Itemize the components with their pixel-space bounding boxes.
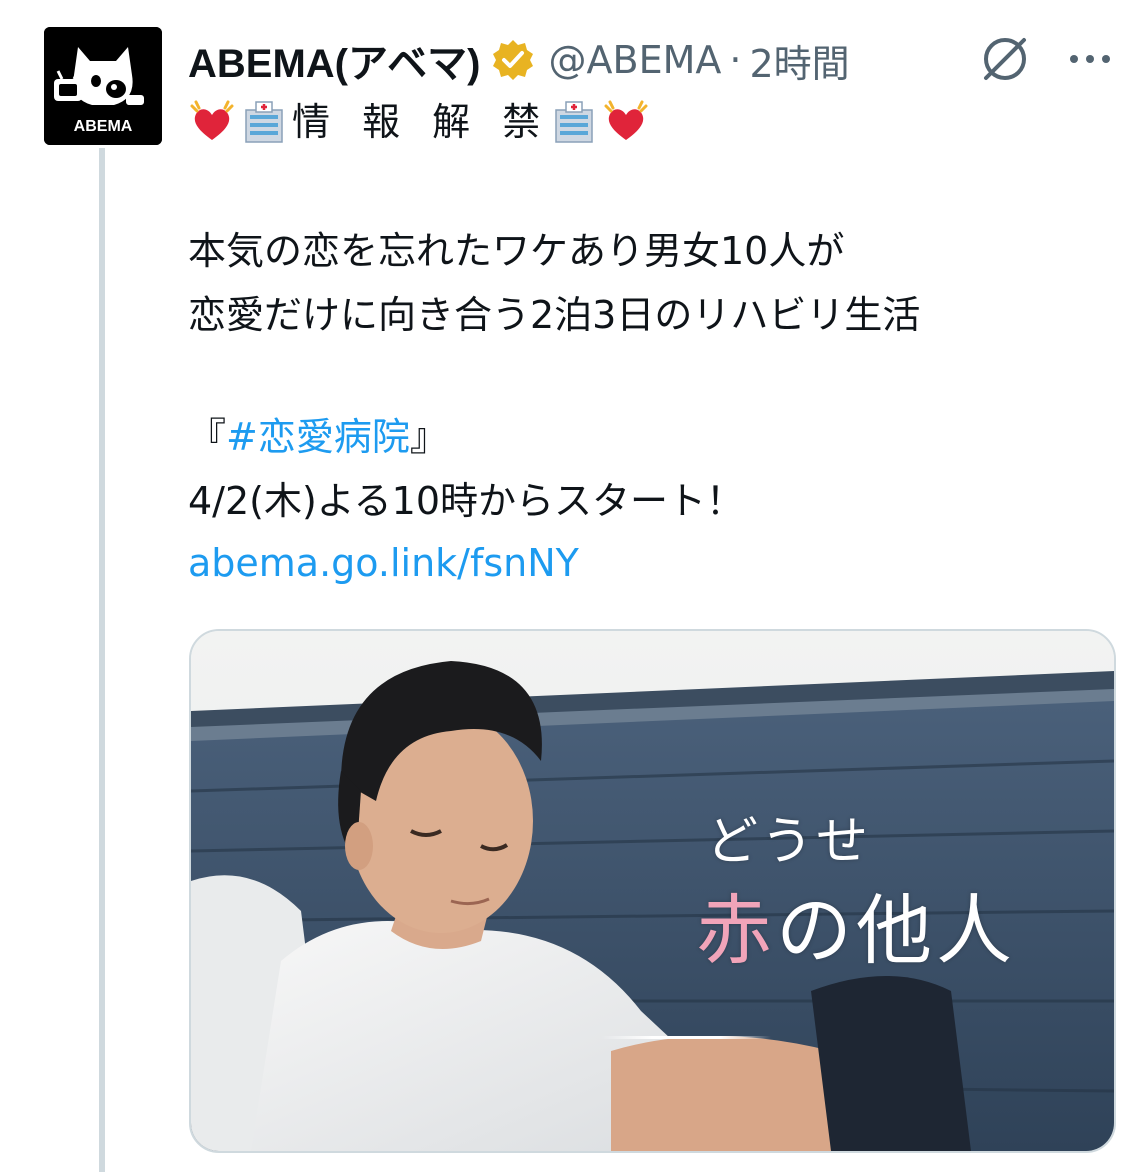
- announce-label: 情 報 解 禁: [292, 100, 551, 144]
- announce-line: 情 報 解 禁: [188, 98, 654, 146]
- bracket-open: 『: [188, 415, 227, 459]
- grok-icon[interactable]: [978, 32, 1032, 86]
- media-image[interactable]: どうせ 赤の他人: [189, 629, 1116, 1153]
- hospital-icon: [245, 101, 283, 143]
- schedule-text: 4/2(木)よる10時からスタート！: [188, 479, 745, 523]
- thread-line: [99, 148, 105, 1172]
- avatar[interactable]: ABEMA: [44, 27, 162, 145]
- handle[interactable]: @ABEMA: [549, 38, 722, 82]
- url-link[interactable]: abema.go.link/fsnNY: [188, 540, 579, 586]
- tweet-text-line: 本気の恋を忘れたワケあり男女10人が: [188, 229, 845, 273]
- abema-logo-icon: ABEMA: [44, 27, 162, 145]
- bracket-close: 』: [409, 415, 448, 459]
- hashtag-line: 『#恋愛病院』: [188, 414, 448, 460]
- beating-heart-icon: [190, 100, 234, 140]
- verified-badge-icon[interactable]: [491, 38, 535, 82]
- overlay-caption-small: どうせ: [706, 812, 872, 872]
- overlay-caption-large: 赤の他人: [696, 869, 1016, 979]
- beating-heart-icon: [604, 100, 648, 140]
- tweet: ABEMA ABEMA(アベマ) @ABEMA · 2時間 情 報 解 禁 本気…: [0, 0, 1139, 1172]
- hospital-icon: [555, 101, 593, 143]
- tweet-text-line: 恋愛だけに向き合う2泊3日のリハビリ生活: [188, 293, 921, 337]
- more-icon[interactable]: [1060, 42, 1120, 76]
- hashtag-link[interactable]: #恋愛病院: [226, 415, 410, 459]
- timestamp[interactable]: 2時間: [749, 33, 849, 88]
- tweet-header: ABEMA(アベマ) @ABEMA · 2時間: [188, 30, 850, 90]
- display-name[interactable]: ABEMA(アベマ): [188, 31, 481, 89]
- overlay-rest-text: の他人: [776, 886, 1016, 975]
- overlay-accent-char: 赤: [696, 886, 776, 975]
- avatar-label: ABEMA: [74, 118, 133, 135]
- separator-dot: ·: [729, 38, 742, 82]
- overlay-underline: [601, 1036, 771, 1039]
